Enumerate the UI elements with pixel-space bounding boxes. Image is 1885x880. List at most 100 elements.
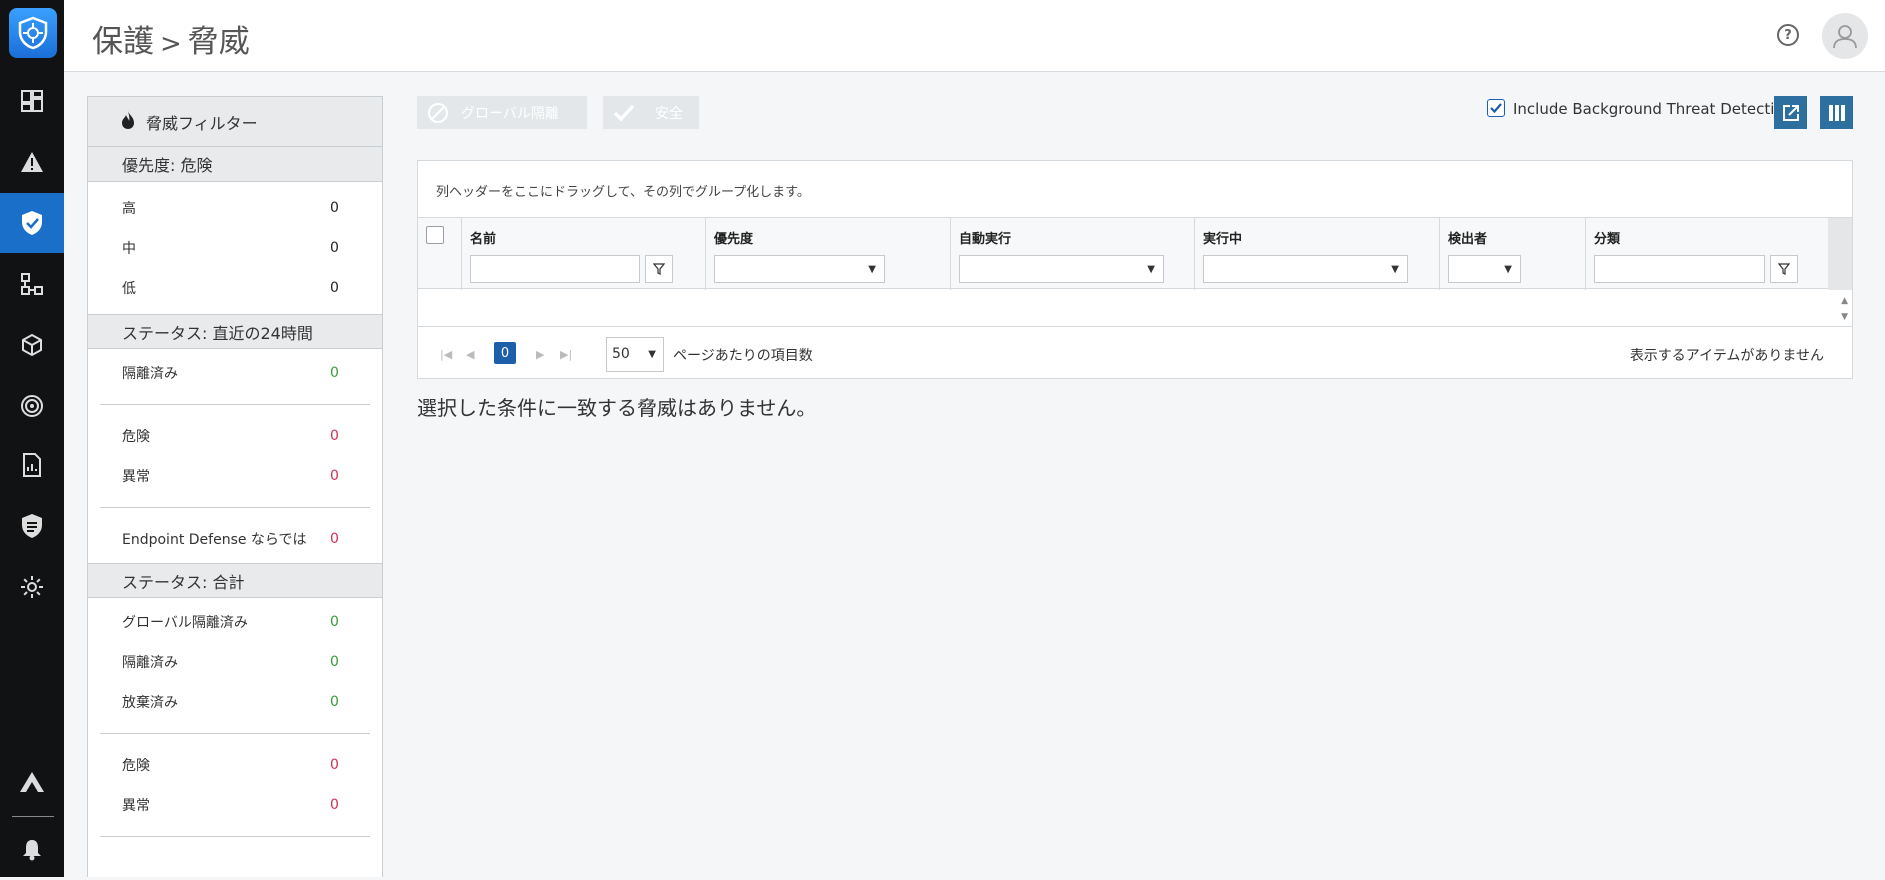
column-autorun[interactable]: 自動実行 ▼: [950, 218, 1194, 290]
breadcrumb-separator: >: [160, 29, 182, 59]
scroll-up-icon[interactable]: ▲: [1841, 293, 1848, 309]
dashboard-icon[interactable]: [0, 71, 64, 131]
filter-row-danger-total[interactable]: 危険 0: [88, 745, 382, 785]
columns-button[interactable]: [1820, 96, 1853, 129]
last-page-icon[interactable]: ▶|: [560, 348, 572, 361]
help-icon[interactable]: ?: [1777, 24, 1799, 46]
group-drop-area[interactable]: 列ヘッダーをここにドラッグして、その列でグループ化します。: [436, 181, 810, 200]
filter-label: 放棄済み: [122, 695, 178, 711]
filter-row-abnormal-total[interactable]: 異常 0: [88, 785, 382, 825]
first-page-icon[interactable]: |◀: [440, 348, 452, 361]
shield-check-icon[interactable]: [0, 193, 64, 253]
empty-state-message: 選択した条件に一致する脅威はありません。: [417, 396, 817, 420]
network-icon[interactable]: [0, 254, 64, 314]
filter-icon[interactable]: [1770, 255, 1798, 283]
filter-icon[interactable]: [645, 255, 673, 283]
filter-title-label: 脅威フィルター: [146, 113, 258, 133]
filter-row-medium[interactable]: 中0: [88, 228, 382, 268]
breadcrumb-root[interactable]: 保護: [92, 24, 154, 60]
next-page-icon[interactable]: ▶: [536, 348, 544, 361]
running-filter-select[interactable]: ▼: [1203, 255, 1408, 283]
filter-count: 0: [330, 797, 339, 813]
page-size-select[interactable]: 50 ▼: [606, 337, 664, 372]
filter-count: 0: [330, 468, 339, 484]
column-detected-by[interactable]: 検出者 ▼: [1439, 218, 1585, 290]
header-scroll-spacer: [1828, 218, 1852, 290]
filter-row-global-quarantined[interactable]: グローバル隔離済み 0: [88, 602, 382, 642]
alert-icon[interactable]: [0, 132, 64, 192]
app-logo-icon[interactable]: [9, 8, 57, 58]
filter-count: 0: [330, 694, 339, 710]
avatar[interactable]: [1822, 13, 1868, 59]
autorun-filter-select[interactable]: ▼: [959, 255, 1164, 283]
filter-row-quarantined-24h[interactable]: 隔離済み 0: [88, 353, 382, 393]
filter-row-endpoint-defense[interactable]: Endpoint Defense ならでは 0: [88, 519, 382, 559]
column-name[interactable]: 名前: [461, 218, 705, 290]
column-category[interactable]: 分類: [1585, 218, 1828, 290]
filter-label: 隔離済み: [122, 366, 178, 382]
filter-label: グローバル隔離済み: [122, 615, 248, 631]
target-icon[interactable]: [0, 376, 64, 436]
logo-a-icon[interactable]: [0, 752, 64, 812]
grid-header: 名前 優先度 ▼ 自動実行 ▼ 実行中 ▼ 検出者 ▼ 分類: [418, 217, 1852, 290]
name-filter-input[interactable]: [470, 255, 640, 283]
vertical-scrollbar[interactable]: ▲ ▼: [1841, 293, 1848, 325]
filter-row-abandoned[interactable]: 放棄済み 0: [88, 682, 382, 722]
chevron-down-icon: ▼: [1504, 264, 1512, 275]
flame-icon: [120, 110, 136, 134]
user-icon: [1833, 25, 1857, 49]
detected-by-filter-select[interactable]: ▼: [1448, 255, 1521, 283]
page-size-label: ページあたりの項目数: [673, 348, 813, 364]
current-page[interactable]: 0: [494, 342, 516, 364]
safe-button[interactable]: 安全: [603, 96, 699, 129]
filter-row-danger-24h[interactable]: 危険 0: [88, 416, 382, 456]
column-header-label: 自動実行: [959, 232, 1012, 247]
gear-icon[interactable]: [0, 557, 64, 617]
policy-shield-icon[interactable]: [0, 496, 64, 556]
threat-filter-panel: 脅威フィルター 優先度: 危険 高0 中0 低0 ステータス: 直近の24時間 …: [87, 96, 383, 877]
section-status-total: ステータス: 合計: [88, 563, 382, 598]
filter-row-quarantined-total[interactable]: 隔離済み 0: [88, 642, 382, 682]
check-icon: [613, 104, 635, 122]
export-icon: [1782, 104, 1799, 121]
grid-pager: |◀ ◀ 0 ▶ ▶| 50 ▼ ページあたりの項目数 表示するアイテムがありませ…: [418, 328, 1852, 378]
export-button[interactable]: [1774, 96, 1807, 129]
select-all-checkbox[interactable]: [426, 226, 444, 244]
chevron-down-icon: ▼: [868, 264, 876, 275]
global-block-label: グローバル隔離: [461, 105, 559, 122]
category-filter-input[interactable]: [1594, 255, 1765, 283]
bell-icon[interactable]: [0, 820, 64, 880]
section-priority: 優先度: 危険: [88, 147, 382, 182]
breadcrumb: 保護 > 脅威: [92, 16, 250, 61]
priority-filter-select[interactable]: ▼: [714, 255, 885, 283]
filter-row-abnormal-24h[interactable]: 異常 0: [88, 456, 382, 496]
column-priority[interactable]: 優先度 ▼: [705, 218, 950, 290]
filter-label: 異常: [122, 469, 150, 485]
filter-count: 0: [330, 531, 339, 547]
divider: [100, 836, 370, 837]
divider: [100, 507, 370, 508]
filter-label: 異常: [122, 798, 150, 814]
safe-label: 安全: [655, 105, 683, 122]
select-all-column: [418, 218, 461, 290]
include-background-label[interactable]: Include Background Threat Detections: [1513, 100, 1801, 118]
page-size-value: 50: [612, 346, 630, 362]
report-icon[interactable]: [0, 435, 64, 495]
prev-page-icon[interactable]: ◀: [466, 348, 474, 361]
column-header-label: 検出者: [1448, 232, 1488, 247]
filter-count: 0: [330, 365, 339, 381]
divider: [100, 733, 370, 734]
include-background-checkbox[interactable]: [1487, 99, 1505, 117]
filter-label: 隔離済み: [122, 655, 178, 671]
scroll-down-icon[interactable]: ▼: [1841, 309, 1848, 325]
section-status-24h: ステータス: 直近の24時間: [88, 314, 382, 349]
columns-icon: [1828, 104, 1845, 121]
global-block-button[interactable]: グローバル隔離: [417, 96, 587, 129]
filter-row-high[interactable]: 高0: [88, 188, 382, 228]
filter-count: 0: [330, 757, 339, 773]
filter-panel-title: 脅威フィルター: [88, 97, 382, 147]
filter-row-low[interactable]: 低0: [88, 268, 382, 308]
column-running[interactable]: 実行中 ▼: [1194, 218, 1439, 290]
cube-icon[interactable]: [0, 315, 64, 375]
filter-label: 危険: [122, 758, 150, 774]
